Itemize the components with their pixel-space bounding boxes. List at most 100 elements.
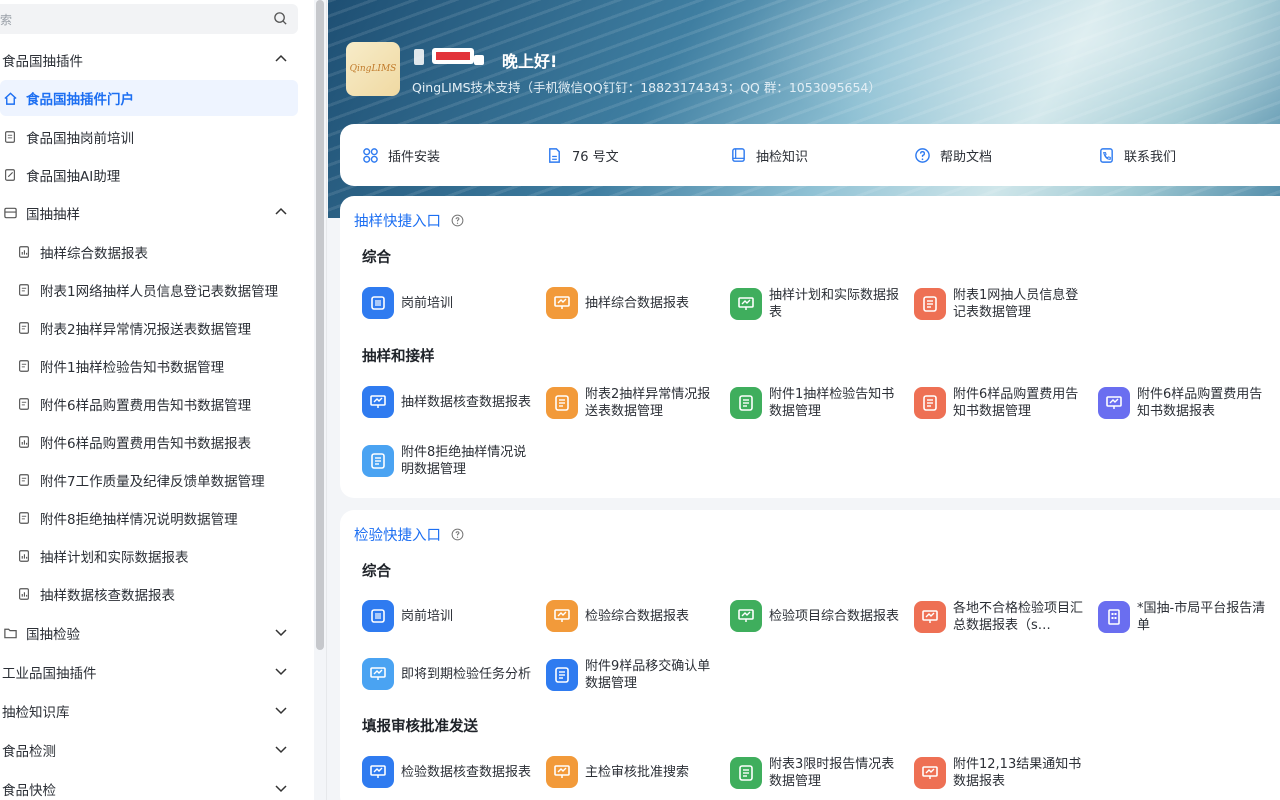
tile-label: 附件6样品购置费用告知书数据管理 bbox=[953, 387, 1079, 419]
sidebar-item-label: 食品国抽岗前培训 bbox=[26, 131, 134, 147]
card-title: 检验快捷入口 bbox=[354, 524, 464, 545]
form-icon bbox=[914, 288, 946, 320]
presentation-chart-icon bbox=[1098, 387, 1130, 419]
sidebar-item-training[interactable]: 食品国抽岗前培训 bbox=[0, 119, 134, 155]
sidebar-item-label: 食品快检 bbox=[2, 783, 56, 799]
sidebar-item-check-report[interactable]: 抽样数据核查数据报表 bbox=[0, 576, 175, 612]
sidebar-group-food-testing[interactable]: 食品检测 bbox=[0, 732, 287, 768]
shortcut-tile[interactable]: 附件6样品购置费用告知书数据报表 bbox=[1098, 386, 1268, 420]
shortcut-tile[interactable]: 抽样计划和实际数据报表 bbox=[730, 287, 900, 321]
shortcut-tile[interactable]: 附件1抽样检验告知书数据管理 bbox=[730, 386, 900, 420]
inspection-shortcuts-card: 检验快捷入口 综合 岗前培训 检验综合数据报表 检验项目综合数据报表 各地不合格… bbox=[340, 510, 1280, 800]
sidebar-group-knowledge[interactable]: 抽检知识库 bbox=[0, 693, 287, 729]
sidebar-item-label: 食品检测 bbox=[2, 744, 56, 760]
home-icon bbox=[2, 90, 18, 106]
shortcut-tile[interactable]: 附表3限时报告情况表数据管理 bbox=[730, 756, 900, 790]
sidebar-item-annex6-report[interactable]: 附件6样品购置费用告知书数据报表 bbox=[0, 424, 251, 460]
shortcut-tile[interactable]: 检验综合数据报表 bbox=[546, 600, 716, 632]
document-icon bbox=[2, 129, 18, 145]
quicklink-knowledge[interactable]: 抽检知识 bbox=[730, 146, 808, 165]
shortcut-tile[interactable]: 附表1网抽人员信息登记表数据管理 bbox=[914, 287, 1084, 321]
shortcut-tile[interactable]: 附表2抽样异常情况报送表数据管理 bbox=[546, 386, 716, 420]
quicklink-help[interactable]: 帮助文档 bbox=[914, 146, 992, 165]
shortcut-tile[interactable]: *国抽-市局平台报告清单 bbox=[1098, 600, 1268, 634]
form-icon bbox=[546, 387, 578, 419]
sidebar-item-annex8[interactable]: 附件8拒绝抽样情况说明数据管理 bbox=[0, 500, 238, 536]
shortcut-tile[interactable]: 主检审核批准搜索 bbox=[546, 756, 716, 788]
sidebar-item-annex7[interactable]: 附件7工作质量及纪律反馈单数据管理 bbox=[0, 462, 265, 498]
tile-label: 附表3限时报告情况表数据管理 bbox=[769, 757, 895, 789]
sidebar-item-ai-assistant[interactable]: 食品国抽AI助理 bbox=[0, 157, 120, 193]
search-input[interactable]: 索 bbox=[0, 4, 298, 34]
sidebar-item-label: 附件6样品购置费用告知书数据管理 bbox=[40, 398, 252, 414]
shortcut-tile[interactable]: 各地不合格检验项目汇总数据报表（s… bbox=[914, 600, 1084, 634]
sidebar-item-label: 附表1网络抽样人员信息登记表数据管理 bbox=[40, 284, 279, 300]
chevron-up-icon bbox=[274, 52, 288, 70]
greeting: 晚上好! bbox=[502, 52, 558, 71]
quicklink-contact[interactable]: 联系我们 bbox=[1098, 146, 1176, 165]
sidebar-item-label: 附件8拒绝抽样情况说明数据管理 bbox=[40, 512, 238, 528]
shortcut-tile[interactable]: 岗前培训 bbox=[362, 287, 532, 319]
card-title-text: 抽样快捷入口 bbox=[354, 214, 441, 230]
sidebar-item-label: 抽检知识库 bbox=[2, 705, 70, 721]
form-icon bbox=[546, 659, 578, 691]
sidebar-group-sampling[interactable]: 国抽抽样 bbox=[0, 195, 287, 231]
tile-label: 抽样综合数据报表 bbox=[585, 295, 690, 311]
tile-label: 岗前培训 bbox=[401, 295, 454, 311]
tile-label: 附件8拒绝抽样情况说明数据管理 bbox=[401, 445, 527, 477]
sidebar-item-sampling-report[interactable]: 抽样综合数据报表 bbox=[0, 234, 148, 270]
inbox-icon bbox=[2, 205, 18, 221]
quicklink-label: 联系我们 bbox=[1124, 150, 1177, 165]
tile-label: 岗前培训 bbox=[401, 608, 454, 624]
quicklink-plugin-install[interactable]: 插件安装 bbox=[362, 146, 440, 165]
sidebar-item-label: 国抽检验 bbox=[26, 627, 80, 643]
sidebar-group-industrial[interactable]: 工业品国抽插件 bbox=[0, 654, 287, 690]
sidebar-scrollbar[interactable] bbox=[316, 0, 324, 650]
sidebar-item-plan-report[interactable]: 抽样计划和实际数据报表 bbox=[0, 538, 189, 574]
quicklink-label: 插件安装 bbox=[388, 150, 441, 165]
shortcut-tile[interactable]: 抽样综合数据报表 bbox=[546, 287, 716, 319]
search-icon[interactable] bbox=[273, 11, 288, 30]
shortcut-tile[interactable]: 附件8拒绝抽样情况说明数据管理 bbox=[362, 444, 532, 478]
sidebar-item-label: 食品国抽插件 bbox=[2, 54, 83, 70]
quicklink-doc76[interactable]: 76 号文 bbox=[546, 146, 619, 165]
shortcut-tile[interactable]: 附件6样品购置费用告知书数据管理 bbox=[914, 386, 1084, 420]
tile-label: 附表1网抽人员信息登记表数据管理 bbox=[953, 288, 1079, 320]
sidebar-item-food-portal[interactable]: 食品国抽插件门户 bbox=[0, 80, 298, 116]
form-icon bbox=[362, 445, 394, 477]
shortcut-tile[interactable]: 抽样数据核查数据报表 bbox=[362, 386, 532, 418]
book-icon bbox=[362, 287, 394, 319]
sidebar-group-inspection[interactable]: 国抽检验 bbox=[0, 615, 287, 651]
question-icon[interactable] bbox=[451, 214, 464, 227]
chevron-down-icon bbox=[274, 703, 288, 721]
shortcut-tile[interactable]: 即将到期检验任务分析 bbox=[362, 658, 532, 690]
form-icon bbox=[914, 387, 946, 419]
sidebar-item-annex6-manage[interactable]: 附件6样品购置费用告知书数据管理 bbox=[0, 386, 251, 422]
shortcut-tile[interactable]: 检验数据核查数据报表 bbox=[362, 756, 532, 788]
help-icon bbox=[914, 147, 932, 165]
list-doc-icon bbox=[16, 320, 32, 336]
shortcut-tile[interactable]: 附件12,13结果通知书数据报表 bbox=[914, 756, 1084, 790]
shortcut-tile[interactable]: 附件9样品移交确认单数据管理 bbox=[546, 658, 716, 692]
sidebar-group-rapid-test[interactable]: 食品快检 bbox=[0, 771, 287, 800]
sidebar-item-table1[interactable]: 附表1网络抽样人员信息登记表数据管理 bbox=[0, 272, 278, 308]
quick-links-bar: 插件安装 76 号文 抽检知识 帮助文档 联系我们 bbox=[340, 124, 1280, 186]
shortcut-tile[interactable]: 岗前培训 bbox=[362, 600, 532, 632]
avatar bbox=[412, 46, 486, 68]
sidebar-item-table2[interactable]: 附表2抽样异常情况报送表数据管理 bbox=[0, 310, 251, 346]
sidebar-item-label: 附件7工作质量及纪律反馈单数据管理 bbox=[40, 474, 265, 490]
folder-icon bbox=[2, 625, 18, 641]
sidebar-item-annex1[interactable]: 附件1抽样检验告知书数据管理 bbox=[0, 348, 224, 384]
search-placeholder: 索 bbox=[0, 13, 13, 27]
sidebar-group-food-plugin[interactable]: 食品国抽插件 bbox=[0, 42, 287, 78]
contact-icon bbox=[1098, 147, 1116, 165]
sidebar-item-label: 抽样计划和实际数据报表 bbox=[40, 550, 189, 566]
list-doc-icon bbox=[16, 358, 32, 374]
chevron-down-icon bbox=[274, 625, 288, 643]
tile-label: 抽样计划和实际数据报表 bbox=[769, 288, 900, 320]
question-icon[interactable] bbox=[451, 528, 464, 541]
app-logo: QingLIMS bbox=[346, 42, 400, 96]
presentation-chart-icon bbox=[730, 600, 762, 632]
shortcut-tile[interactable]: 检验项目综合数据报表 bbox=[730, 600, 900, 632]
tile-label: 抽样数据核查数据报表 bbox=[401, 394, 532, 410]
